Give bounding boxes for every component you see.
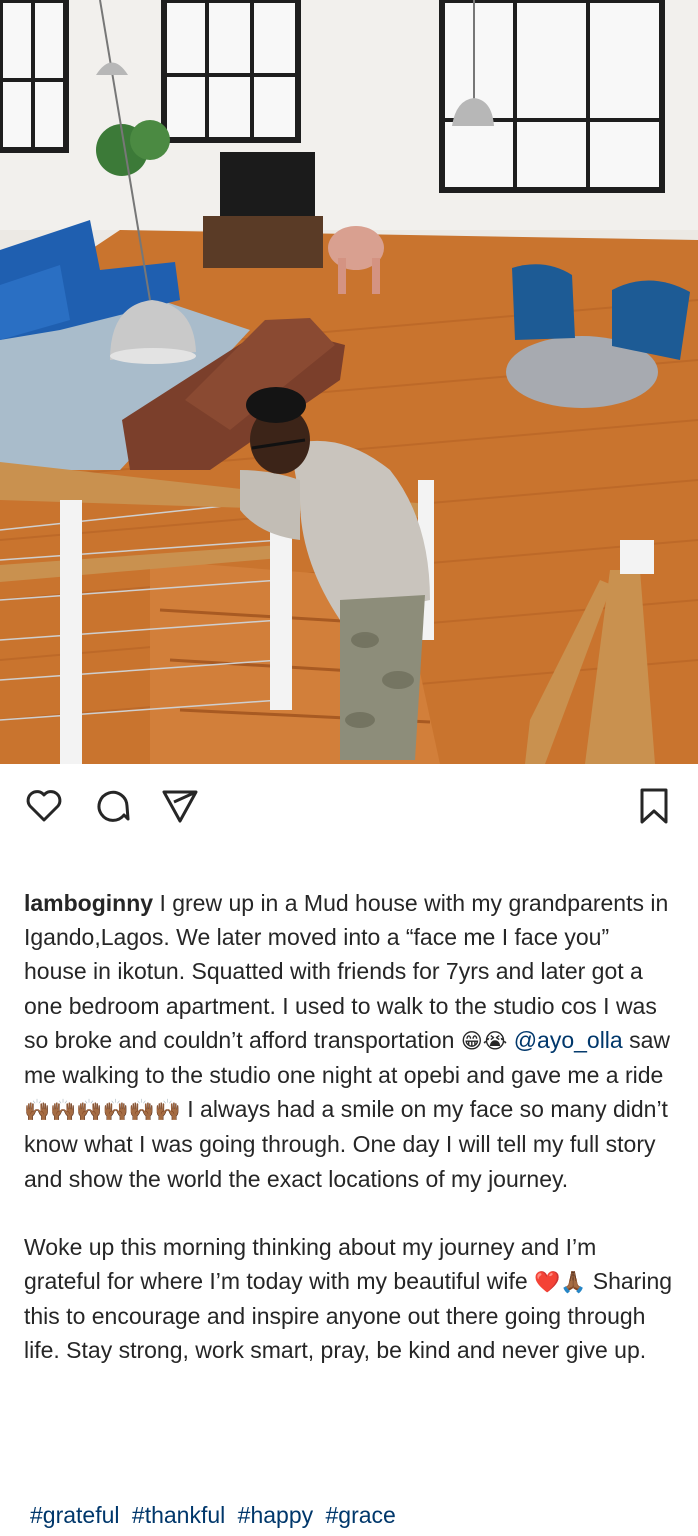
- paper-plane-icon[interactable]: [160, 786, 200, 826]
- hashtag-link[interactable]: #grateful: [30, 1502, 120, 1528]
- mention-link[interactable]: @ayo_olla: [514, 1027, 623, 1053]
- hashtag-link[interactable]: #happy: [238, 1502, 313, 1528]
- caption-paragraph: lamboginny I grew up in a Mud house with…: [24, 886, 676, 1196]
- caption-text: Woke up this morning thinking about my j…: [24, 1233, 597, 1295]
- post-username[interactable]: lamboginny: [24, 890, 153, 916]
- caption-paragraph: Woke up this morning thinking about my j…: [24, 1230, 676, 1368]
- emoji-grin-cry: 😁😭: [460, 1028, 508, 1053]
- post-caption: lamboginny I grew up in a Mud house with…: [24, 886, 676, 1368]
- emoji-heart-pray: ❤️🙏🏾: [534, 1270, 587, 1295]
- heart-outline-icon[interactable]: [24, 786, 64, 826]
- hashtag-link[interactable]: #thankful: [132, 1502, 225, 1528]
- hashtag-link[interactable]: #grace: [326, 1502, 396, 1528]
- hashtag-row: #grateful #thankful #happy #grace: [30, 1502, 402, 1529]
- post-action-bar: [0, 764, 698, 844]
- comment-bubble-icon[interactable]: [93, 786, 133, 826]
- emoji-raised-hands: 🙌🏾🙌🏾🙌🏾🙌🏾🙌🏾🙌🏾: [24, 1098, 181, 1123]
- bookmark-icon[interactable]: [634, 786, 674, 826]
- post-image[interactable]: [0, 0, 698, 764]
